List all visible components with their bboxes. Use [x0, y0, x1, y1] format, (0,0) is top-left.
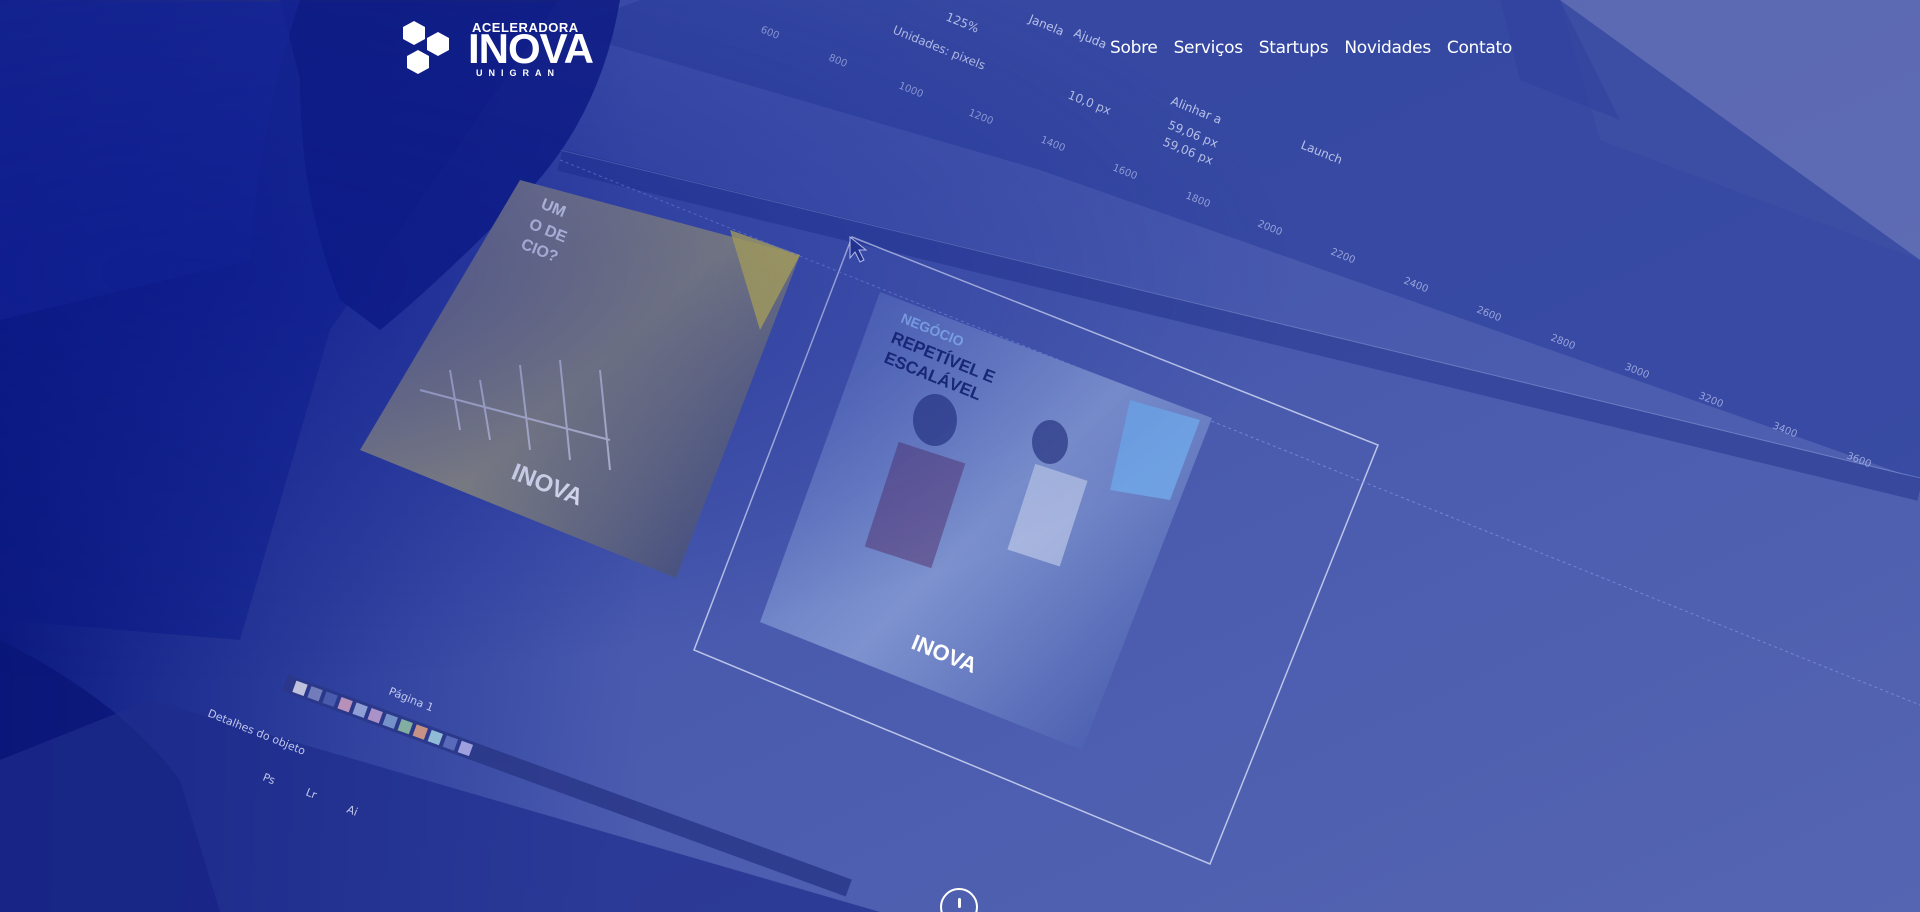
nav-link-servicos[interactable]: Serviços [1174, 38, 1244, 58]
brand-logo[interactable]: ACELERADORA INOVA UNIGRAN [398, 18, 608, 80]
main-nav: Sobre Serviços Startups Novidades Contat… [1110, 38, 1528, 58]
hero-section: 125% Janela Ajuda Unidades: pixels 10,0 … [0, 0, 1920, 912]
nav-link-sobre[interactable]: Sobre [1110, 38, 1158, 58]
brand-sub-text: UNIGRAN [476, 68, 560, 78]
brand-main-text: INOVA [468, 25, 594, 72]
hero-background-photo [0, 0, 1920, 912]
hexagon-logo-icon [403, 21, 449, 74]
brand-wordmark: ACELERADORA INOVA UNIGRAN [468, 18, 608, 80]
nav-link-startups[interactable]: Startups [1259, 38, 1329, 58]
nav-link-novidades[interactable]: Novidades [1344, 38, 1431, 58]
nav-link-contato[interactable]: Contato [1447, 38, 1512, 58]
